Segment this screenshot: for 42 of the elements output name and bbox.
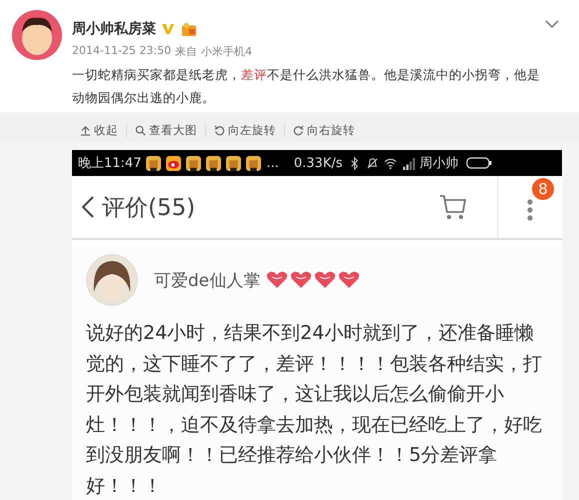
app-icon xyxy=(206,156,222,170)
eye-app-icon xyxy=(166,156,182,170)
review-text: 说好的24小时，结果不到24小时就到了，还准备睡懒觉的，这下睡不了了，差评！！！！包装各种结实，打开外包装就闻到香味了，这让我以后怎么偷偷开小灶！！！，迫不及待拿去加热，现在已经吃上了，好吃到没朋友啊！！已经推荐给小伙伴！！5分差评拿好！！！ xyxy=(86,321,543,498)
wifi-icon xyxy=(384,156,396,170)
toolbar-button[interactable]: 向左旋转 xyxy=(206,122,284,138)
source-link[interactable]: 小米手机4 xyxy=(201,44,252,59)
back-icon[interactable] xyxy=(82,196,94,218)
page-title: 评价(55) xyxy=(102,194,196,222)
network-speed: 0.33K/s xyxy=(294,156,342,170)
level-badge-icon xyxy=(180,21,198,37)
heart-icon xyxy=(266,271,288,289)
toolbar-button[interactable]: 收起 xyxy=(72,122,126,138)
app-icon xyxy=(246,156,262,170)
app-icon xyxy=(226,156,242,170)
author-name[interactable]: 周小帅私房菜 xyxy=(72,20,156,38)
more-notifications: ... xyxy=(266,156,279,170)
heart-icon xyxy=(338,271,360,289)
rotate-right-icon xyxy=(293,124,304,136)
search-icon xyxy=(135,124,146,136)
avatar-icon[interactable] xyxy=(12,10,62,60)
battery-icon xyxy=(466,157,492,169)
source-label: 来自 xyxy=(175,44,198,59)
carrier-name: 周小帅 xyxy=(420,155,458,172)
post-time: 2014-11-25 23:50 xyxy=(72,44,172,59)
app-icon xyxy=(186,156,202,170)
up-arrow-icon xyxy=(80,124,91,136)
bell-muted-icon xyxy=(366,156,378,170)
app-icon xyxy=(146,156,162,170)
toolbar-button[interactable]: 向右旋转 xyxy=(285,122,363,138)
rotate-left-icon xyxy=(214,124,225,136)
reviewer-name: 可爱de仙人掌 xyxy=(154,270,260,292)
notification-badge: 8 xyxy=(532,178,554,200)
more-icon[interactable] xyxy=(527,199,533,221)
cart-icon[interactable] xyxy=(439,194,467,220)
heart-icon xyxy=(290,271,312,289)
signal-icon xyxy=(402,156,414,170)
post-text: 一切蛇精病买家都是纸老虎，差评不是什么洪水猛兽。他是溪流中的小拐弯，他是动物园偶尔出逃的小鹿。 xyxy=(72,66,541,107)
chevron-down-icon[interactable] xyxy=(545,20,559,28)
status-time: 晚上11:47 xyxy=(78,155,142,172)
heart-icon xyxy=(314,271,336,289)
toolbar-button[interactable]: 查看大图 xyxy=(127,122,205,138)
avatar-icon xyxy=(86,254,138,306)
